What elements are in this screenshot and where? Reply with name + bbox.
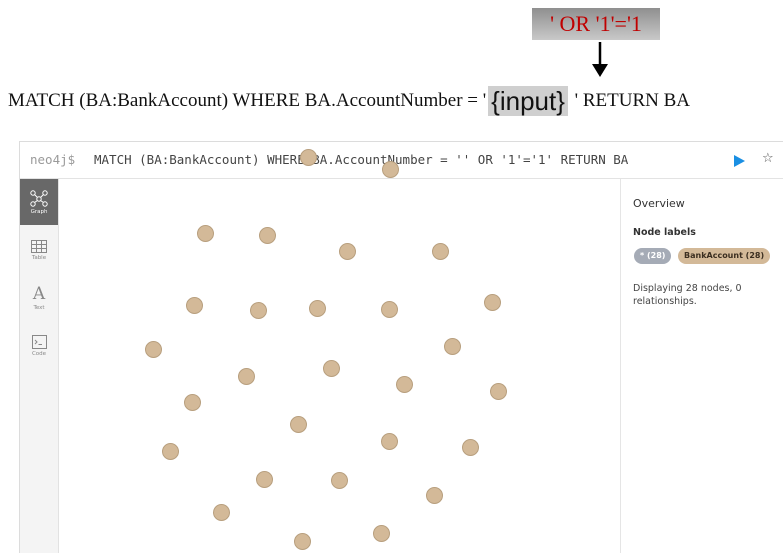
graph-node[interactable] [490, 383, 507, 400]
query-suffix: ' RETURN BA [569, 90, 690, 111]
graph-node[interactable] [323, 360, 340, 377]
overview-title: Overview [633, 197, 685, 210]
graph-node[interactable] [294, 533, 311, 550]
graph-node[interactable] [300, 149, 317, 166]
tab-table[interactable]: Table [20, 227, 58, 273]
graph-node[interactable] [396, 376, 413, 393]
graph-node[interactable] [145, 341, 162, 358]
graph-node[interactable] [373, 525, 390, 542]
graph-node[interactable] [484, 294, 501, 311]
play-icon[interactable] [732, 154, 746, 168]
graph-node[interactable] [339, 243, 356, 260]
graph-node[interactable] [162, 443, 179, 460]
star-icon[interactable]: ☆ [762, 151, 774, 166]
graph-node[interactable] [259, 227, 276, 244]
overview-panel: Overview Node labels * (28) BankAccount … [620, 179, 783, 553]
tab-text-label: Text [33, 305, 45, 311]
query-prefix: MATCH (BA:BankAccount) WHERE BA.AccountN… [8, 90, 487, 111]
text-icon: A [32, 284, 46, 304]
query-editor[interactable]: neo4j$ MATCH (BA:BankAccount) WHERE BA.A… [20, 142, 783, 179]
view-sidebar: Graph Table A Text Code [20, 179, 59, 553]
tab-table-label: Table [31, 254, 47, 261]
graph-node[interactable] [432, 243, 449, 260]
graph-node[interactable] [382, 161, 399, 178]
graph-node[interactable] [184, 394, 201, 411]
graph-node[interactable] [238, 368, 255, 385]
graph-canvas[interactable] [59, 149, 640, 553]
injection-payload: ' OR '1'='1 [550, 11, 642, 36]
table-icon [31, 239, 47, 253]
code-icon [31, 335, 47, 349]
graph-node[interactable] [256, 471, 273, 488]
graph-node[interactable] [197, 225, 214, 242]
down-arrow-icon [592, 42, 608, 77]
graph-node[interactable] [250, 302, 267, 319]
graph-node[interactable] [381, 433, 398, 450]
bankaccount-label-badge[interactable]: BankAccount (28) [678, 248, 771, 264]
tab-code-label: Code [31, 351, 47, 357]
tab-graph-label: Graph [30, 209, 48, 215]
neo4j-browser-frame: neo4j$ MATCH (BA:BankAccount) WHERE BA.A… [19, 141, 783, 553]
editor-query[interactable]: MATCH (BA:BankAccount) WHERE BA.AccountN… [94, 152, 628, 167]
query-template: MATCH (BA:BankAccount) WHERE BA.AccountN… [8, 86, 690, 116]
tab-text[interactable]: A Text [20, 275, 58, 321]
graph-node[interactable] [426, 487, 443, 504]
editor-prompt: neo4j$ [30, 152, 76, 167]
graph-node[interactable] [381, 301, 398, 318]
tab-code[interactable]: Code [20, 323, 58, 369]
graph-node[interactable] [462, 439, 479, 456]
graph-node[interactable] [186, 297, 203, 314]
tab-graph[interactable]: Graph [20, 179, 58, 225]
graph-node[interactable] [290, 416, 307, 433]
input-placeholder: {input} [488, 86, 568, 116]
graph-node[interactable] [213, 504, 230, 521]
graph-icon [30, 190, 48, 207]
injection-payload-box: ' OR '1'='1 [532, 8, 660, 40]
node-labels-heading: Node labels [633, 227, 696, 238]
graph-node[interactable] [444, 338, 461, 355]
overview-status: Displaying 28 nodes, 0 relationships. [633, 283, 742, 307]
all-nodes-badge[interactable]: * (28) [634, 248, 672, 264]
graph-node[interactable] [309, 300, 326, 317]
graph-node[interactable] [331, 472, 348, 489]
